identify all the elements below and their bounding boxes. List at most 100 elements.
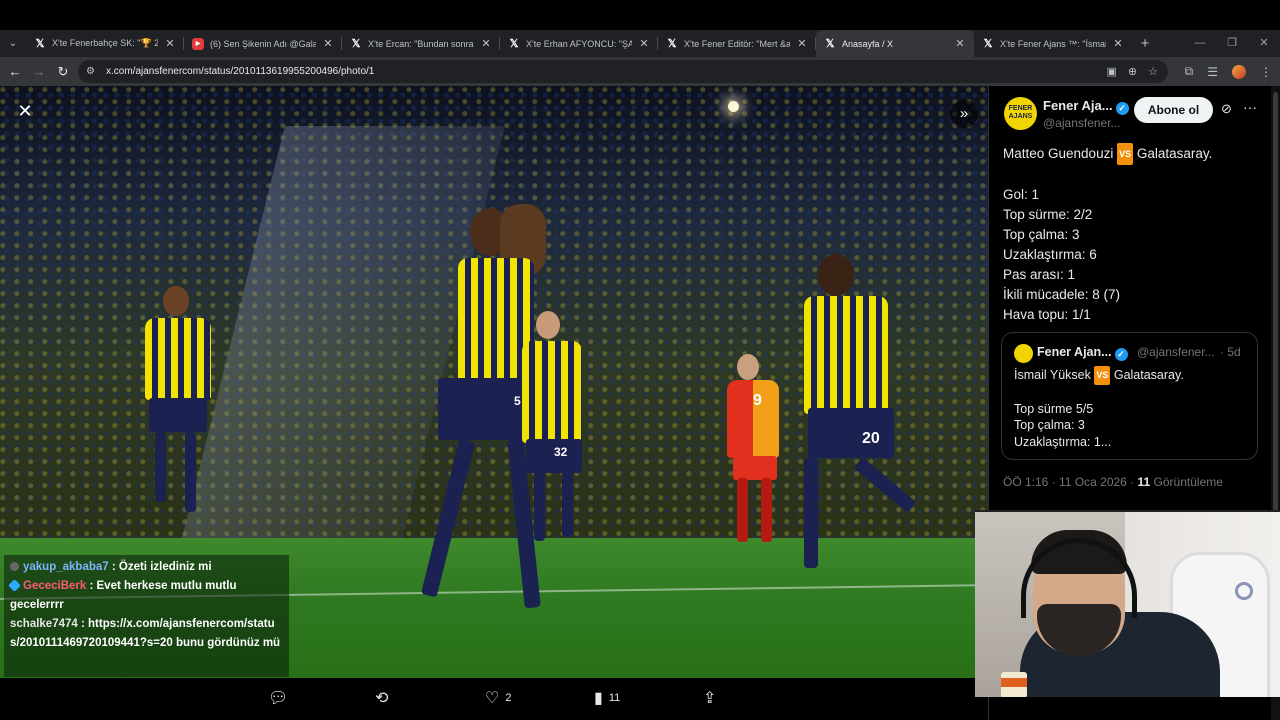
chat-message: GececiBerk : Evet herkese mutlu mutlu ge…: [8, 577, 283, 615]
browser-tab[interactable]: 𝕏 X'te Fener Ajans ™: "İsmail Yük ✕: [974, 30, 1132, 57]
address-toolbar: ← → ↻ ⚙ x.com/ajansfenercom/status/20101…: [0, 57, 1280, 86]
quote-line: Top çalma: 3: [1014, 418, 1085, 432]
jersey-number: 9: [753, 392, 762, 409]
extensions-icon[interactable]: ⧉: [1185, 64, 1194, 79]
quote-time: · 5d: [1220, 345, 1241, 359]
more-options-icon[interactable]: ···: [1243, 99, 1257, 115]
browser-tab[interactable]: 𝕏 X'te Ercan: "Bundan sonra takım ✕: [342, 30, 500, 57]
browser-tab-bar: ⌄ 𝕏 X'te Fenerbahçe SK: "🏆 2025 T ✕ ▶ (6…: [0, 30, 1280, 57]
stat-line: İkili mücadele: 8 (7): [1003, 287, 1121, 302]
share-button[interactable]: ⇪: [703, 688, 716, 708]
screen-top-strip: [0, 0, 1280, 30]
tab-close-icon[interactable]: ✕: [954, 37, 966, 50]
scrollbar-thumb[interactable]: [1273, 92, 1278, 512]
tab-close-icon[interactable]: ✕: [638, 37, 650, 50]
stream-chat-overlay: yakup_akbaba7 : Özeti izlediniz mi Gecec…: [4, 555, 289, 677]
reply-icon: 💬︎: [268, 690, 289, 707]
reading-list-icon[interactable]: ☰: [1207, 65, 1218, 79]
bookmark-star-icon[interactable]: ☆: [1148, 65, 1158, 78]
x-logo-icon: 𝕏: [509, 38, 519, 50]
webcam-overlay: [975, 510, 1280, 697]
close-window-icon[interactable]: ✕: [1248, 30, 1280, 57]
quote-author-text: Fener Ajan...: [1037, 345, 1112, 359]
chat-text: : Özeti izlediniz mi: [108, 561, 212, 573]
stat-line: Gol: 1: [1003, 187, 1040, 202]
tweet-headline: Matteo Guendouzi VS Galatasaray.: [1003, 143, 1263, 165]
forward-arrow-icon[interactable]: →: [27, 64, 51, 79]
x-logo-icon: 𝕏: [983, 38, 993, 50]
mug: [1001, 672, 1027, 697]
jersey-number: 20: [862, 430, 880, 447]
back-arrow-icon[interactable]: ←: [3, 64, 27, 79]
vs-emoji: VS: [1094, 366, 1111, 385]
quote-headline-opponent: Galatasaray.: [1110, 368, 1184, 382]
author-name-text[interactable]: Fener Aja...: [1043, 98, 1113, 113]
quoted-tweet[interactable]: Fener Ajan... ✓ @ajansfener... · 5d İsmai…: [1001, 332, 1258, 460]
zoom-icon[interactable]: ⊕: [1128, 65, 1137, 78]
tab-close-icon[interactable]: ✕: [164, 37, 176, 50]
tab-close-icon[interactable]: ✕: [796, 37, 808, 50]
tab-close-icon[interactable]: ✕: [322, 37, 334, 50]
install-app-icon[interactable]: ▣: [1107, 65, 1117, 78]
site-info-icon[interactable]: ⚙: [86, 66, 102, 77]
tab-close-icon[interactable]: ✕: [480, 37, 492, 50]
omnibox[interactable]: ⚙ x.com/ajansfenercom/status/20101136199…: [78, 60, 1168, 83]
tweet-timestamp[interactable]: ÖÖ 1:16 · 11 Oca 2026 ·: [1003, 475, 1138, 489]
chat-message: yakup_akbaba7 : Özeti izlediniz mi: [10, 558, 283, 577]
match-photo: 5 32 9 20 ✕ » yakup_akbaba7: Özeti izle…: [0, 86, 988, 678]
close-viewer-icon[interactable]: ✕: [12, 98, 38, 124]
media-viewer: 5 32 9 20 ✕ » yakup_akbaba7: Özeti izle…: [0, 86, 988, 720]
tab-label: X'te Fener Ajans ™: "İsmail Yük: [1000, 38, 1106, 49]
jersey-number: 5: [514, 394, 521, 408]
browser-menu-icon[interactable]: ⋮: [1260, 65, 1272, 79]
follow-button[interactable]: Abone ol: [1134, 97, 1213, 123]
reply-button[interactable]: 💬︎: [268, 688, 288, 708]
grok-icon[interactable]: ⊘: [1221, 101, 1232, 117]
heart-icon: ♡: [485, 690, 500, 707]
author-handle[interactable]: @ajansfener...: [1043, 116, 1121, 130]
views-label: Görüntüleme: [1150, 475, 1223, 489]
tab-label: X'te Ercan: "Bundan sonra takım: [368, 38, 474, 49]
browser-tab-active[interactable]: 𝕏 Anasayfa / X ✕: [816, 30, 974, 57]
views-button[interactable]: ▮ 11: [594, 688, 620, 708]
tab-label: X'te Fener Editör: "Mert &amp;: [684, 38, 790, 49]
tab-label: (6) Sen Şikenin Adı @Galatasar: [210, 38, 316, 49]
reload-icon[interactable]: ↻: [51, 64, 75, 80]
repost-button[interactable]: ⟲: [375, 688, 388, 708]
stat-line: Hava topu: 1/1: [1003, 307, 1091, 322]
x-logo-icon: 𝕏: [667, 38, 677, 50]
restore-icon[interactable]: ❐: [1216, 30, 1248, 57]
media-action-bar: 💬︎ ⟲ ♡ 2 ▮ 11 ⇪: [0, 678, 988, 720]
new-tab-button[interactable]: +: [1132, 35, 1158, 52]
minimize-icon[interactable]: —: [1184, 30, 1216, 57]
like-count: 2: [505, 692, 512, 704]
floodlight: [728, 101, 739, 112]
author-name[interactable]: Fener Aja... ✓: [1043, 98, 1129, 115]
x-logo-icon: 𝕏: [35, 38, 45, 50]
tab-search-button[interactable]: ⌄: [0, 30, 26, 57]
browser-tab[interactable]: ▶ (6) Sen Şikenin Adı @Galatasar ✕: [184, 30, 342, 57]
browser-tab[interactable]: 𝕏 X'te Fener Editör: "Mert &amp; ✕: [658, 30, 816, 57]
tweet-text: Matteo Guendouzi VS Galatasaray. Gol: 1 …: [1003, 143, 1263, 325]
repost-icon: ⟲: [375, 690, 389, 707]
user-badge-icon: [10, 562, 19, 571]
like-button[interactable]: ♡ 2: [485, 688, 511, 708]
url-text[interactable]: x.com/ajansfenercom/status/2010113619955…: [106, 66, 374, 77]
profile-avatar[interactable]: [1232, 64, 1246, 79]
browser-tab[interactable]: 𝕏 X'te Erhan AFYONCU: "ŞAMPİYO ✕: [500, 30, 658, 57]
author-avatar[interactable]: FENER AJANS: [1004, 97, 1037, 130]
diamond-badge-icon: [8, 579, 21, 592]
verified-badge-icon: ✓: [1115, 102, 1129, 115]
jersey-number: 32: [554, 445, 568, 459]
tab-close-icon[interactable]: ✕: [1112, 37, 1124, 50]
collapse-panel-icon[interactable]: »: [950, 100, 978, 128]
headline-opponent: Galatasaray.: [1133, 146, 1213, 161]
stat-line: Pas arası: 1: [1003, 267, 1076, 282]
share-icon: ⇪: [703, 690, 717, 707]
quote-author-handle: @ajansfener...: [1137, 345, 1215, 359]
stat-line: Top çalma: 3: [1003, 227, 1080, 242]
browser-tab[interactable]: 𝕏 X'te Fenerbahçe SK: "🏆 2025 T ✕: [26, 30, 184, 57]
quote-headline-player: İsmail Yüksek: [1014, 368, 1095, 382]
chat-username: yakup_akbaba7: [23, 561, 109, 573]
verified-badge-icon: ✓: [1114, 348, 1128, 361]
